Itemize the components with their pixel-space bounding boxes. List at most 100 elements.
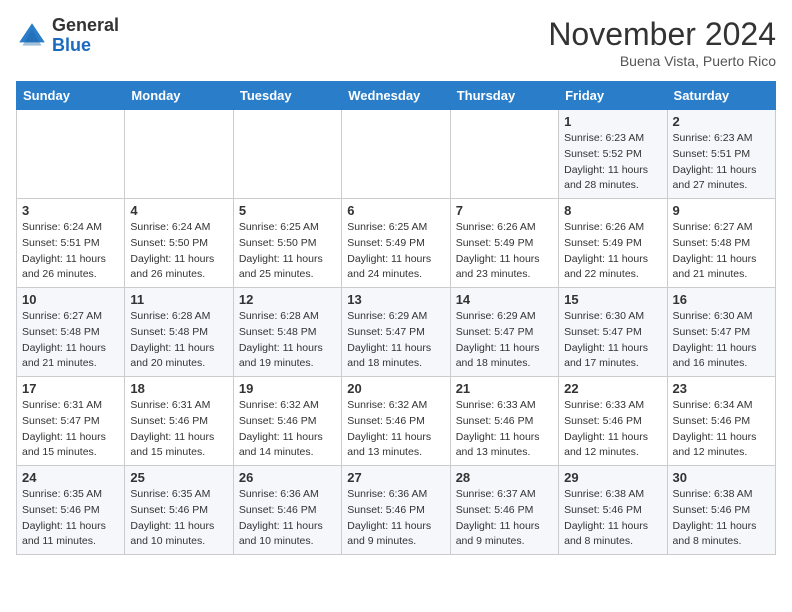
calendar-cell: 27Sunrise: 6:36 AM Sunset: 5:46 PM Dayli… xyxy=(342,466,450,555)
day-info: Sunrise: 6:35 AM Sunset: 5:46 PM Dayligh… xyxy=(22,487,119,550)
day-info: Sunrise: 6:30 AM Sunset: 5:47 PM Dayligh… xyxy=(673,309,770,372)
calendar-cell: 4 Sunrise: 6:24 AM Sunset: 5:50 PM Daylig… xyxy=(125,199,233,288)
day-of-week-header: Monday xyxy=(125,82,233,110)
day-number: 28 xyxy=(456,470,553,485)
day-info: Sunrise: 6:33 AM Sunset: 5:46 PM Dayligh… xyxy=(456,398,553,461)
day-info: Sunrise: 6:31 AM Sunset: 5:47 PM Dayligh… xyxy=(22,398,119,461)
calendar-cell: 11 Sunrise: 6:28 AM Sunset: 5:48 PM Dayli… xyxy=(125,288,233,377)
calendar-cell xyxy=(17,110,125,199)
calendar-cell: 5 Sunrise: 6:25 AM Sunset: 5:50 PM Daylig… xyxy=(233,199,341,288)
logo-blue: Blue xyxy=(52,35,91,55)
day-info: Sunrise: 6:25 AM Sunset: 5:49 PM Dayligh… xyxy=(347,220,444,283)
day-number: 21 xyxy=(456,381,553,396)
day-info: Sunrise: 6:23 AM Sunset: 5:52 PM Dayligh… xyxy=(564,131,661,194)
day-info: Sunrise: 6:24 AM Sunset: 5:51 PM Dayligh… xyxy=(22,220,119,283)
day-info: Sunrise: 6:36 AM Sunset: 5:46 PM Dayligh… xyxy=(239,487,336,550)
day-of-week-header: Thursday xyxy=(450,82,558,110)
calendar-cell: 1 Sunrise: 6:23 AM Sunset: 5:52 PM Daylig… xyxy=(559,110,667,199)
day-number: 18 xyxy=(130,381,227,396)
calendar-cell: 25 Sunrise: 6:35 AM Sunset: 5:46 PM Dayli… xyxy=(125,466,233,555)
page-header: General Blue November 2024 Buena Vista, … xyxy=(16,16,776,69)
calendar-cell: 6 Sunrise: 6:25 AM Sunset: 5:49 PM Daylig… xyxy=(342,199,450,288)
day-info: Sunrise: 6:34 AM Sunset: 5:46 PM Dayligh… xyxy=(673,398,770,461)
day-info: Sunrise: 6:29 AM Sunset: 5:47 PM Dayligh… xyxy=(347,309,444,372)
calendar-cell: 19Sunrise: 6:32 AM Sunset: 5:46 PM Dayli… xyxy=(233,377,341,466)
calendar-cell: 3 Sunrise: 6:24 AM Sunset: 5:51 PM Daylig… xyxy=(17,199,125,288)
day-number: 10 xyxy=(22,292,119,307)
day-number: 11 xyxy=(130,292,227,307)
day-number: 26 xyxy=(239,470,336,485)
day-number: 2 xyxy=(673,114,770,129)
day-number: 5 xyxy=(239,203,336,218)
day-number: 7 xyxy=(456,203,553,218)
day-number: 17 xyxy=(22,381,119,396)
calendar-cell: 8Sunrise: 6:26 AM Sunset: 5:49 PM Daylig… xyxy=(559,199,667,288)
day-number: 29 xyxy=(564,470,661,485)
day-info: Sunrise: 6:37 AM Sunset: 5:46 PM Dayligh… xyxy=(456,487,553,550)
calendar-cell: 18 Sunrise: 6:31 AM Sunset: 5:46 PM Dayli… xyxy=(125,377,233,466)
calendar-cell: 24 Sunrise: 6:35 AM Sunset: 5:46 PM Dayli… xyxy=(17,466,125,555)
day-number: 24 xyxy=(22,470,119,485)
day-info: Sunrise: 6:28 AM Sunset: 5:48 PM Dayligh… xyxy=(239,309,336,372)
logo-icon xyxy=(16,20,48,52)
day-of-week-header: Sunday xyxy=(17,82,125,110)
day-number: 20 xyxy=(347,381,444,396)
day-info: Sunrise: 6:25 AM Sunset: 5:50 PM Dayligh… xyxy=(239,220,336,283)
day-info: Sunrise: 6:28 AM Sunset: 5:48 PM Dayligh… xyxy=(130,309,227,372)
calendar-cell xyxy=(125,110,233,199)
calendar-week-row: 24 Sunrise: 6:35 AM Sunset: 5:46 PM Dayli… xyxy=(17,466,776,555)
day-number: 3 xyxy=(22,203,119,218)
calendar-cell: 12 Sunrise: 6:28 AM Sunset: 5:48 PM Dayli… xyxy=(233,288,341,377)
calendar-cell: 14 Sunrise: 6:29 AM Sunset: 5:47 PM Dayli… xyxy=(450,288,558,377)
day-number: 6 xyxy=(347,203,444,218)
day-info: Sunrise: 6:23 AM Sunset: 5:51 PM Dayligh… xyxy=(673,131,770,194)
day-number: 16 xyxy=(673,292,770,307)
calendar-week-row: 3 Sunrise: 6:24 AM Sunset: 5:51 PM Daylig… xyxy=(17,199,776,288)
logo-general: General xyxy=(52,15,119,35)
calendar-cell: 29 Sunrise: 6:38 AM Sunset: 5:46 PM Dayli… xyxy=(559,466,667,555)
day-of-week-header: Tuesday xyxy=(233,82,341,110)
calendar-cell: 30Sunrise: 6:38 AM Sunset: 5:46 PM Dayli… xyxy=(667,466,775,555)
day-info: Sunrise: 6:33 AM Sunset: 5:46 PM Dayligh… xyxy=(564,398,661,461)
location-subtitle: Buena Vista, Puerto Rico xyxy=(548,53,776,69)
day-number: 4 xyxy=(130,203,227,218)
day-number: 12 xyxy=(239,292,336,307)
calendar-table: SundayMondayTuesdayWednesdayThursdayFrid… xyxy=(16,81,776,555)
calendar-cell: 10 Sunrise: 6:27 AM Sunset: 5:48 PM Dayli… xyxy=(17,288,125,377)
day-info: Sunrise: 6:27 AM Sunset: 5:48 PM Dayligh… xyxy=(673,220,770,283)
calendar-cell: 9 Sunrise: 6:27 AM Sunset: 5:48 PM Daylig… xyxy=(667,199,775,288)
month-title: November 2024 xyxy=(548,16,776,53)
day-info: Sunrise: 6:31 AM Sunset: 5:46 PM Dayligh… xyxy=(130,398,227,461)
day-info: Sunrise: 6:35 AM Sunset: 5:46 PM Dayligh… xyxy=(130,487,227,550)
day-number: 27 xyxy=(347,470,444,485)
day-info: Sunrise: 6:32 AM Sunset: 5:46 PM Dayligh… xyxy=(347,398,444,461)
day-info: Sunrise: 6:29 AM Sunset: 5:47 PM Dayligh… xyxy=(456,309,553,372)
calendar-cell xyxy=(342,110,450,199)
day-of-week-header: Friday xyxy=(559,82,667,110)
day-number: 9 xyxy=(673,203,770,218)
day-number: 1 xyxy=(564,114,661,129)
day-info: Sunrise: 6:38 AM Sunset: 5:46 PM Dayligh… xyxy=(564,487,661,550)
calendar-cell: 7Sunrise: 6:26 AM Sunset: 5:49 PM Daylig… xyxy=(450,199,558,288)
calendar-cell: 2 Sunrise: 6:23 AM Sunset: 5:51 PM Daylig… xyxy=(667,110,775,199)
day-info: Sunrise: 6:32 AM Sunset: 5:46 PM Dayligh… xyxy=(239,398,336,461)
day-info: Sunrise: 6:26 AM Sunset: 5:49 PM Dayligh… xyxy=(564,220,661,283)
day-info: Sunrise: 6:30 AM Sunset: 5:47 PM Dayligh… xyxy=(564,309,661,372)
calendar-cell: 15Sunrise: 6:30 AM Sunset: 5:47 PM Dayli… xyxy=(559,288,667,377)
day-number: 13 xyxy=(347,292,444,307)
day-number: 23 xyxy=(673,381,770,396)
calendar-cell: 22 Sunrise: 6:33 AM Sunset: 5:46 PM Dayli… xyxy=(559,377,667,466)
day-number: 22 xyxy=(564,381,661,396)
calendar-cell: 13 Sunrise: 6:29 AM Sunset: 5:47 PM Dayli… xyxy=(342,288,450,377)
calendar-header-row: SundayMondayTuesdayWednesdayThursdayFrid… xyxy=(17,82,776,110)
day-number: 25 xyxy=(130,470,227,485)
day-of-week-header: Wednesday xyxy=(342,82,450,110)
logo-text: General Blue xyxy=(52,16,119,56)
calendar-cell: 28 Sunrise: 6:37 AM Sunset: 5:46 PM Dayli… xyxy=(450,466,558,555)
calendar-cell: 17 Sunrise: 6:31 AM Sunset: 5:47 PM Dayli… xyxy=(17,377,125,466)
day-info: Sunrise: 6:27 AM Sunset: 5:48 PM Dayligh… xyxy=(22,309,119,372)
logo: General Blue xyxy=(16,16,119,56)
day-info: Sunrise: 6:24 AM Sunset: 5:50 PM Dayligh… xyxy=(130,220,227,283)
calendar-cell xyxy=(450,110,558,199)
day-number: 14 xyxy=(456,292,553,307)
